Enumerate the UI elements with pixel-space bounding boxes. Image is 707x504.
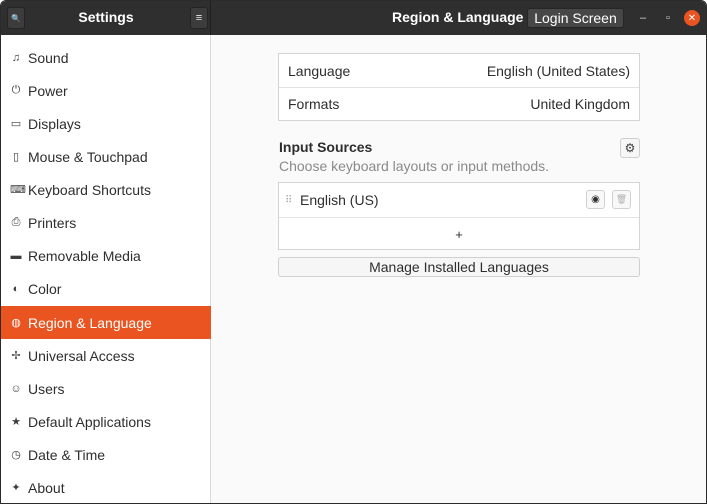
sidebar-item-label: Power xyxy=(28,82,68,99)
sidebar-item-label: Default Applications xyxy=(28,413,151,430)
panel-title: Region & Language xyxy=(392,9,524,25)
sidebar-title: Settings xyxy=(78,9,134,25)
input-sources-list: ⠿ English (US) ◉ 🗑 + xyxy=(278,182,640,250)
sidebar-item-color[interactable]: ◐ Color xyxy=(1,272,211,305)
sidebar: ♫ Sound ⏻ Power ▭ Displays ▯ Mouse & Tou… xyxy=(1,35,211,503)
printer-icon: ⎙ xyxy=(11,216,21,228)
input-source-name: English (US) xyxy=(300,192,379,208)
minimize-icon: – xyxy=(639,12,647,24)
input-sources-subtitle: Choose keyboard layouts or input methods… xyxy=(279,158,550,174)
color-icon: ◐ xyxy=(12,282,20,295)
close-button[interactable]: ✕ xyxy=(684,10,700,26)
sidebar-item-label: Universal Access xyxy=(28,347,135,364)
sidebar-item-label: Displays xyxy=(28,115,81,132)
sidebar-item-label: Removable Media xyxy=(28,247,141,264)
sidebar-item-date-time[interactable]: ◷ Date & Time xyxy=(1,438,211,471)
sidebar-item-keyboard-shortcuts[interactable]: ⌨ Keyboard Shortcuts xyxy=(1,173,211,206)
mouse-icon: ▯ xyxy=(12,151,20,163)
manage-installed-languages-button[interactable]: Manage Installed Languages xyxy=(278,257,640,277)
sidebar-item-label: Color xyxy=(28,280,62,297)
input-source-row[interactable]: ⠿ English (US) ◉ 🗑 xyxy=(279,183,639,217)
sidebar-item-label: About xyxy=(28,479,65,496)
sidebar-item-displays[interactable]: ▭ Displays xyxy=(1,107,211,140)
close-icon: ✕ xyxy=(687,12,697,24)
sidebar-item-removable-media[interactable]: ▬ Removable Media xyxy=(1,239,211,272)
star-icon: ★ xyxy=(11,416,21,428)
minimize-button[interactable]: – xyxy=(635,10,651,26)
sidebar-item-label: Keyboard Shortcuts xyxy=(28,181,151,198)
trash-icon: 🗑 xyxy=(615,194,628,204)
show-layout-button[interactable]: ◉ xyxy=(586,190,605,209)
sidebar-header: 🔍 Settings ≡ xyxy=(1,1,211,35)
users-icon: ☺ xyxy=(10,382,22,395)
input-sources-title: Input Sources xyxy=(279,139,373,155)
sidebar-item-label: Printers xyxy=(28,214,77,231)
sidebar-item-label: Users xyxy=(28,380,65,397)
about-icon: ✦ xyxy=(11,482,21,494)
drag-handle-icon[interactable]: ⠿ xyxy=(285,195,295,206)
header-bar: 🔍 Settings ≡ Region & Language Login Scr… xyxy=(1,1,706,35)
maximize-icon: ▫ xyxy=(666,12,670,24)
sidebar-item-label: Mouse & Touchpad xyxy=(28,148,148,165)
sidebar-item-default-applications[interactable]: ★ Default Applications xyxy=(1,405,211,438)
language-value: English (United States) xyxy=(486,62,630,79)
language-label: Language xyxy=(288,62,351,79)
display-icon: ▭ xyxy=(10,118,22,130)
keyboard-icon: ⌨ xyxy=(10,184,26,196)
formats-label: Formats xyxy=(288,96,340,112)
menu-button[interactable]: ≡ xyxy=(190,7,208,29)
language-row[interactable]: Language English (United States) xyxy=(279,54,639,87)
clock-icon: ◷ xyxy=(11,449,21,461)
sidebar-item-users[interactable]: ☺ Users xyxy=(1,372,211,405)
settings-window: 🔍 Settings ≡ Region & Language Login Scr… xyxy=(0,0,707,504)
maximize-button[interactable]: ▫ xyxy=(660,10,676,26)
sidebar-item-printers[interactable]: ⎙ Printers xyxy=(1,206,211,239)
formats-value: United Kingdom xyxy=(530,96,630,112)
sidebar-item-universal-access[interactable]: ✢ Universal Access xyxy=(1,339,211,372)
formats-row[interactable]: Formats United Kingdom xyxy=(279,87,639,120)
sidebar-item-about[interactable]: ✦ About xyxy=(1,471,211,503)
remove-input-source-button[interactable]: 🗑 xyxy=(612,190,631,209)
add-input-source-button[interactable]: + xyxy=(279,217,639,250)
plus-icon: + xyxy=(455,226,463,242)
media-icon: ▬ xyxy=(10,249,22,262)
sidebar-item-region-language[interactable]: ◍ Region & Language xyxy=(1,306,211,339)
globe-icon: ◍ xyxy=(11,317,21,329)
power-icon: ⏻ xyxy=(11,84,21,96)
language-formats-list: Language English (United States) Formats… xyxy=(278,53,640,121)
region-language-panel: Language English (United States) Formats… xyxy=(212,35,706,503)
sidebar-item-sound[interactable]: ♫ Sound xyxy=(1,41,211,74)
input-sources-options-button[interactable]: ⚙ xyxy=(620,138,640,158)
gear-icon: ⚙ xyxy=(624,141,636,155)
speaker-icon: ♫ xyxy=(11,51,21,64)
accessibility-icon: ✢ xyxy=(11,350,21,362)
sidebar-item-label: Date & Time xyxy=(28,446,106,463)
hamburger-menu-icon: ≡ xyxy=(195,12,203,24)
sidebar-item-label: Sound xyxy=(28,49,69,66)
sidebar-item-mouse-touchpad[interactable]: ▯ Mouse & Touchpad xyxy=(1,140,211,173)
sidebar-item-power[interactable]: ⏻ Power xyxy=(1,74,211,107)
login-screen-button[interactable]: Login Screen xyxy=(527,8,624,28)
eye-icon: ◉ xyxy=(591,194,600,205)
sidebar-item-label: Region & Language xyxy=(28,314,152,331)
